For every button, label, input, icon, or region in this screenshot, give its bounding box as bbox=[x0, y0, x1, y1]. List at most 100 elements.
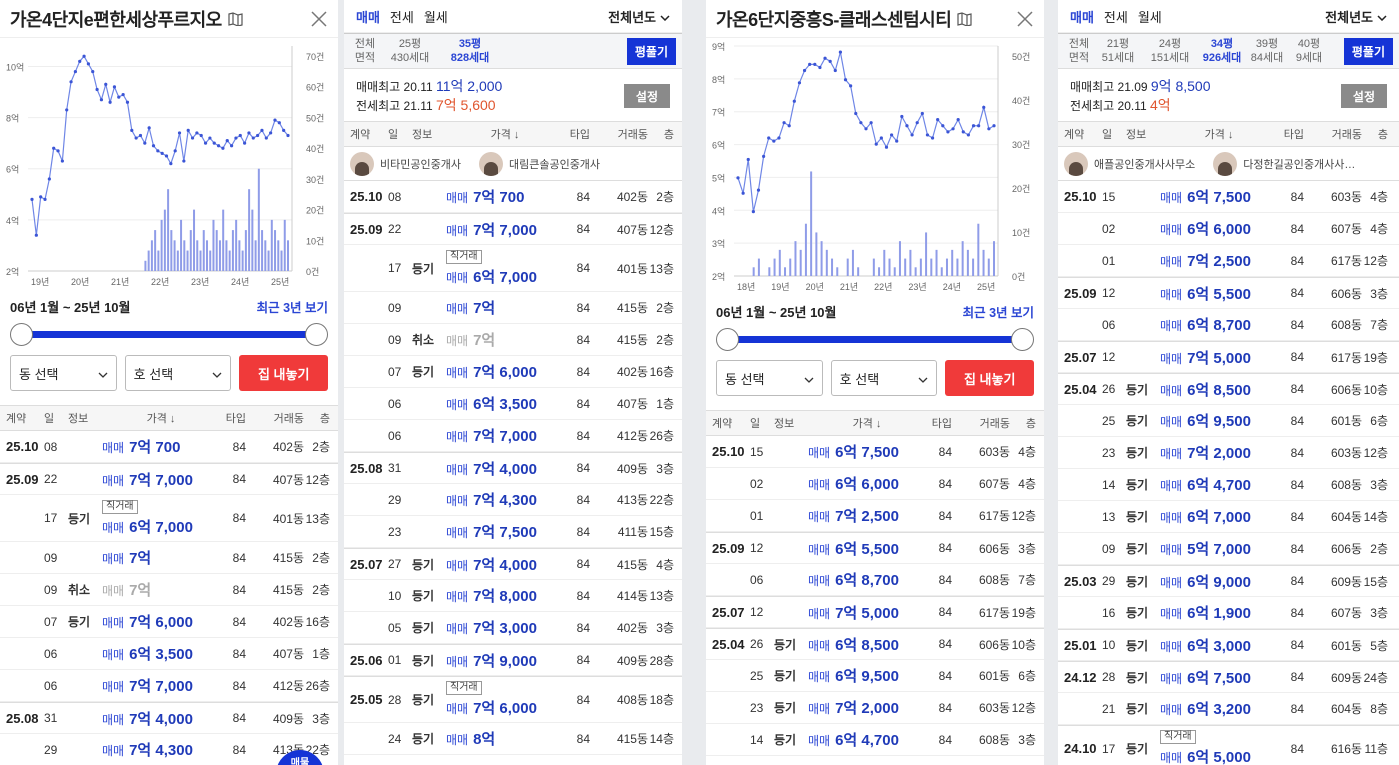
table-row[interactable]: 23 등기 매매 7억 2,000 84 603동 12층 bbox=[1058, 437, 1399, 469]
table-row[interactable]: 14 등기 매매 6억 4,700 84 608동 3층 bbox=[706, 724, 1044, 756]
table-row[interactable]: 06 매매 6억 3,500 84 407동 1층 bbox=[344, 388, 682, 420]
dong-select[interactable]: 동 선택 bbox=[716, 360, 823, 396]
table-row[interactable]: 02 매매 6억 6,000 84 607동 4층 bbox=[706, 468, 1044, 500]
table-row[interactable]: 24.12 28 등기 매매 6억 7,500 84 609동 24층 bbox=[1058, 661, 1399, 693]
agent-item[interactable]: 다정한길공인중개사사… bbox=[1213, 151, 1355, 176]
area-tab[interactable]: 전체 면적 bbox=[350, 37, 380, 65]
pyeong-button[interactable]: 평풀기 bbox=[626, 37, 676, 65]
table-row[interactable]: 23 등기 매매 7억 2,000 84 603동 12층 bbox=[706, 692, 1044, 724]
agent-item[interactable]: 대림큰솔공인중개사 bbox=[478, 151, 600, 176]
table-row[interactable]: 25.08 31 매매 7억 4,000 84 409동 3층 bbox=[0, 702, 338, 734]
period-slider[interactable] bbox=[716, 324, 1034, 354]
period-slider[interactable] bbox=[10, 319, 328, 349]
table-row[interactable]: 06 매매 6억 8,700 84 608동 7층 bbox=[1058, 309, 1399, 341]
ho-select[interactable]: 호 선택 bbox=[124, 355, 232, 391]
close-icon[interactable] bbox=[310, 10, 328, 28]
tab-sale[interactable]: 매매 bbox=[1070, 7, 1094, 26]
year-select[interactable]: 전체년도 bbox=[1325, 7, 1387, 26]
th-price[interactable]: 가격 ↓ bbox=[102, 410, 220, 426]
slider-handle-end[interactable] bbox=[305, 323, 328, 346]
pyeong-button[interactable]: 평풀기 bbox=[1343, 37, 1393, 65]
list-home-button[interactable]: 집 내놓기 bbox=[239, 355, 329, 391]
dong-select[interactable]: 동 선택 bbox=[10, 355, 117, 391]
table-row[interactable]: 25.05 28 등기 직거래 매매 7억 6,000 84 408동 18층 bbox=[344, 676, 682, 723]
ho-select[interactable]: 호 선택 bbox=[830, 360, 938, 396]
table-row[interactable]: 25.10 08 매매 7억 700 84 402동 2층 bbox=[344, 181, 682, 213]
area-tab[interactable]: 40평 9세대 bbox=[1288, 37, 1330, 65]
recent-3y-button[interactable]: 최근 3년 보기 bbox=[257, 297, 328, 316]
area-tab[interactable]: 21평 51세대 bbox=[1094, 37, 1142, 65]
settings-button[interactable]: 설정 bbox=[1340, 84, 1387, 108]
table-row[interactable]: 05 등기 매매 7억 3,000 84 402동 3층 bbox=[344, 612, 682, 644]
area-tab[interactable]: 전체 면적 bbox=[1064, 37, 1094, 65]
table-row[interactable]: 25.10 15 매매 6억 7,500 84 603동 4층 bbox=[1058, 181, 1399, 213]
table-row[interactable]: 25 등기 매매 6억 9,500 84 601동 6층 bbox=[706, 660, 1044, 692]
table-row[interactable]: 25.09 22 매매 7억 7,000 84 407동 12층 bbox=[0, 463, 338, 495]
area-tab[interactable]: 34평 926세대 bbox=[1198, 37, 1246, 65]
th-price[interactable]: 가격 ↓ bbox=[1160, 126, 1278, 142]
th-price[interactable]: 가격 ↓ bbox=[808, 415, 926, 431]
map-icon[interactable] bbox=[957, 11, 972, 26]
table-row[interactable]: 09 매매 7억 84 415동 2층 bbox=[344, 292, 682, 324]
slider-handle-start[interactable] bbox=[10, 323, 33, 346]
tab-jeonse[interactable]: 전세 bbox=[390, 7, 414, 26]
table-row[interactable]: 25.04 26 등기 매매 6억 8,500 84 606동 10층 bbox=[1058, 373, 1399, 405]
tab-monthly[interactable]: 월세 bbox=[424, 7, 448, 26]
area-tab[interactable]: 39평 84세대 bbox=[1246, 37, 1288, 65]
table-row[interactable]: 29 매매 7억 4,300 84 413동 22층 bbox=[344, 484, 682, 516]
table-row[interactable]: 14 등기 매매 6억 4,700 84 608동 3층 bbox=[1058, 469, 1399, 501]
table-row[interactable]: 25.09 12 매매 6억 5,500 84 606동 3층 bbox=[1058, 277, 1399, 309]
table-row[interactable]: 21 등기 매매 6억 3,200 84 604동 8층 bbox=[1058, 693, 1399, 725]
table-row[interactable]: 09 매매 7억 84 415동 2층 bbox=[0, 542, 338, 574]
table-row[interactable]: 23 매매 7억 7,500 84 411동 15층 bbox=[344, 516, 682, 548]
map-icon[interactable] bbox=[228, 11, 243, 26]
list-home-button[interactable]: 집 내놓기 bbox=[945, 360, 1035, 396]
table-row[interactable]: 25.09 12 매매 6억 5,500 84 606동 3층 bbox=[706, 532, 1044, 564]
table-row[interactable]: 09 취소 매매 7억 84 415동 2층 bbox=[0, 574, 338, 606]
table-row[interactable]: 17 등기 직거래 매매 6억 7,000 84 401동 13층 bbox=[344, 245, 682, 292]
table-row[interactable]: 24.10 17 등기 직거래 매매 6억 5,000 84 616동 11층 bbox=[1058, 725, 1399, 765]
table-row[interactable]: 01 매매 7억 2,500 84 617동 12층 bbox=[1058, 245, 1399, 277]
settings-button[interactable]: 설정 bbox=[623, 84, 670, 108]
table-row[interactable]: 06 매매 6억 8,700 84 608동 7층 bbox=[706, 564, 1044, 596]
table-row[interactable]: 06 매매 6억 3,500 84 407동 1층 bbox=[0, 638, 338, 670]
table-row[interactable]: 13 등기 매매 6억 7,000 84 604동 14층 bbox=[1058, 501, 1399, 533]
table-row[interactable]: 06 매매 7억 7,000 84 412동 26층 bbox=[344, 420, 682, 452]
area-tab[interactable]: 25평 430세대 bbox=[380, 37, 440, 65]
table-row[interactable]: 25.09 22 매매 7억 7,000 84 407동 12층 bbox=[344, 213, 682, 245]
table-row[interactable]: 25.07 12 매매 7억 5,000 84 617동 19층 bbox=[1058, 341, 1399, 373]
table-row[interactable]: 25.06 01 등기 매매 7억 9,000 84 409동 28층 bbox=[344, 644, 682, 676]
table-row[interactable]: 07 등기 매매 7억 6,000 84 402동 16층 bbox=[0, 606, 338, 638]
table-row[interactable]: 25.07 12 매매 7억 5,000 84 617동 19층 bbox=[706, 596, 1044, 628]
table-row[interactable]: 25.10 08 매매 7억 700 84 402동 2층 bbox=[0, 431, 338, 463]
table-row[interactable]: 07 등기 매매 7억 6,000 84 402동 16층 bbox=[344, 356, 682, 388]
slider-handle-start[interactable] bbox=[716, 328, 739, 351]
tab-jeonse[interactable]: 전세 bbox=[1104, 7, 1128, 26]
table-row[interactable]: 17 등기 직거래 매매 6억 7,000 84 401동 13층 bbox=[0, 495, 338, 542]
table-row[interactable]: 25.03 29 등기 매매 6억 9,000 84 609동 15층 bbox=[1058, 565, 1399, 597]
table-row[interactable]: 10 등기 매매 7억 8,000 84 414동 13층 bbox=[344, 580, 682, 612]
table-row[interactable]: 16 등기 매매 6억 1,900 84 607동 3층 bbox=[1058, 597, 1399, 629]
recent-3y-button[interactable]: 최근 3년 보기 bbox=[963, 302, 1034, 321]
table-row[interactable]: 06 매매 7억 7,000 84 412동 26층 bbox=[0, 670, 338, 702]
table-row[interactable]: 25.01 10 등기 매매 6억 3,000 84 601동 5층 bbox=[1058, 629, 1399, 661]
table-row[interactable]: 25 등기 매매 6억 9,500 84 601동 6층 bbox=[1058, 405, 1399, 437]
agent-item[interactable]: 애플공인중개사사무소 bbox=[1064, 151, 1195, 176]
th-price[interactable]: 가격 ↓ bbox=[446, 126, 564, 142]
table-row[interactable]: 25.07 27 등기 매매 7억 4,000 84 415동 4층 bbox=[344, 548, 682, 580]
year-select[interactable]: 전체년도 bbox=[608, 7, 670, 26]
agent-item[interactable]: 비타민공인중개사 bbox=[350, 151, 461, 176]
close-icon[interactable] bbox=[1016, 10, 1034, 28]
area-tab[interactable]: 35평 828세대 bbox=[440, 37, 500, 65]
table-row[interactable]: 02 매매 6억 6,000 84 607동 4층 bbox=[1058, 213, 1399, 245]
table-row[interactable]: 25.10 15 매매 6억 7,500 84 603동 4층 bbox=[706, 436, 1044, 468]
table-row[interactable]: 09 등기 매매 5억 7,000 84 606동 2층 bbox=[1058, 533, 1399, 565]
table-row[interactable]: 24 등기 매매 8억 84 415동 14층 bbox=[344, 723, 682, 755]
slider-handle-end[interactable] bbox=[1011, 328, 1034, 351]
tab-monthly[interactable]: 월세 bbox=[1138, 7, 1162, 26]
table-row[interactable]: 25.04 26 등기 매매 6억 8,500 84 606동 10층 bbox=[706, 628, 1044, 660]
area-tab[interactable]: 24평 151세대 bbox=[1142, 37, 1198, 65]
table-row[interactable]: 09 취소 매매 7억 84 415동 2층 bbox=[344, 324, 682, 356]
table-row[interactable]: 01 매매 7억 2,500 84 617동 12층 bbox=[706, 500, 1044, 532]
tab-sale[interactable]: 매매 bbox=[356, 7, 380, 26]
